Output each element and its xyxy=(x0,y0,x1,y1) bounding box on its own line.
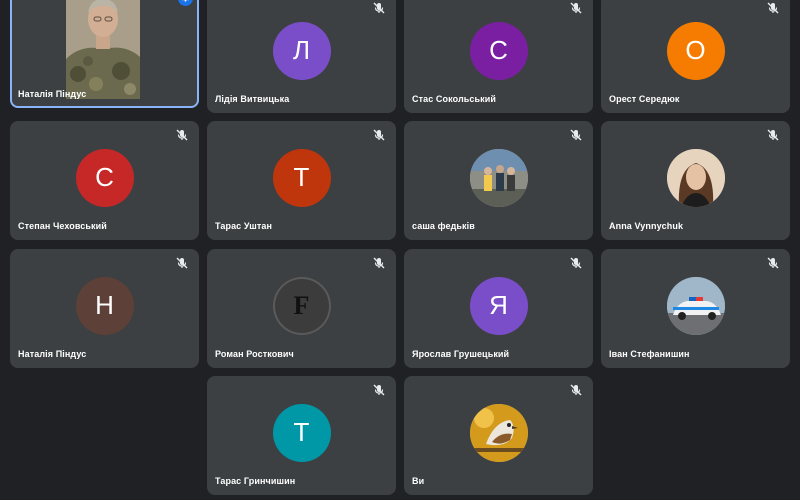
participant-video xyxy=(66,0,140,99)
mic-off-icon xyxy=(570,257,582,269)
woman-portrait-avatar xyxy=(666,148,725,207)
participant-tile[interactable]: Я Ярослав Грушецький xyxy=(404,249,593,368)
participant-tile[interactable]: О Орест Середюк xyxy=(601,0,790,113)
speaking-indicator-icon xyxy=(178,0,193,6)
mic-off-icon xyxy=(176,257,188,269)
participant-tile[interactable]: Л Лідія Витвицька xyxy=(207,0,396,113)
participant-tile[interactable]: Т Тарас Гринчишин xyxy=(207,376,396,495)
avatar: Т xyxy=(272,403,331,462)
participant-tile[interactable]: F Роман Росткович xyxy=(207,249,396,368)
mic-off-icon xyxy=(570,2,582,14)
participant-name: Орест Середюк xyxy=(609,94,680,104)
participant-tile[interactable]: Ви xyxy=(404,376,593,495)
mic-off-icon xyxy=(373,2,385,14)
participant-tile[interactable]: С Степан Чеховський xyxy=(10,121,199,240)
participant-name: Ви xyxy=(412,476,425,486)
mic-off-icon xyxy=(570,129,582,141)
avatar: Н xyxy=(75,276,134,335)
bird-avatar xyxy=(469,403,528,462)
avatar: Я xyxy=(469,276,528,335)
participant-name: Іван Стефанишин xyxy=(609,349,690,359)
participant-name: Степан Чеховський xyxy=(18,221,107,231)
participant-tile[interactable]: Наталія Піндус xyxy=(10,0,199,108)
mic-off-icon xyxy=(570,384,582,396)
mic-off-icon xyxy=(176,129,188,141)
participant-tile[interactable]: Н Наталія Піндус xyxy=(10,249,199,368)
participant-name: саша федьків xyxy=(412,221,475,231)
avatar: О xyxy=(666,21,725,80)
mic-off-icon xyxy=(373,384,385,396)
avatar: Т xyxy=(272,148,331,207)
participant-tile[interactable]: С Стас Сокольський xyxy=(404,0,593,113)
participant-name: Стас Сокольський xyxy=(412,94,497,104)
participant-name: Тарас Уштан xyxy=(215,221,272,231)
participant-tile[interactable]: саша федьків xyxy=(404,121,593,240)
participant-name: Роман Росткович xyxy=(215,349,294,359)
participant-tile[interactable]: Anna Vynnychuk xyxy=(601,121,790,240)
police-car-avatar xyxy=(666,276,725,335)
mic-off-icon xyxy=(767,2,779,14)
avatar: Л xyxy=(272,21,331,80)
participant-name: Anna Vynnychuk xyxy=(609,221,684,231)
participant-tile[interactable]: Т Тарас Уштан xyxy=(207,121,396,240)
participant-name: Тарас Гринчишин xyxy=(215,476,296,486)
mic-off-icon xyxy=(767,257,779,269)
group-photo-avatar xyxy=(469,148,528,207)
mic-off-icon xyxy=(767,129,779,141)
avatar: С xyxy=(75,148,134,207)
participant-name: Ярослав Грушецький xyxy=(412,349,510,359)
avatar: F xyxy=(272,276,331,335)
participant-name: Лідія Витвицька xyxy=(215,94,290,104)
participant-name: Наталія Піндус xyxy=(18,349,87,359)
avatar: С xyxy=(469,21,528,80)
mic-off-icon xyxy=(373,129,385,141)
participant-tile[interactable]: Іван Стефанишин xyxy=(601,249,790,368)
mic-off-icon xyxy=(373,257,385,269)
participant-name: Наталія Піндус xyxy=(18,89,87,99)
